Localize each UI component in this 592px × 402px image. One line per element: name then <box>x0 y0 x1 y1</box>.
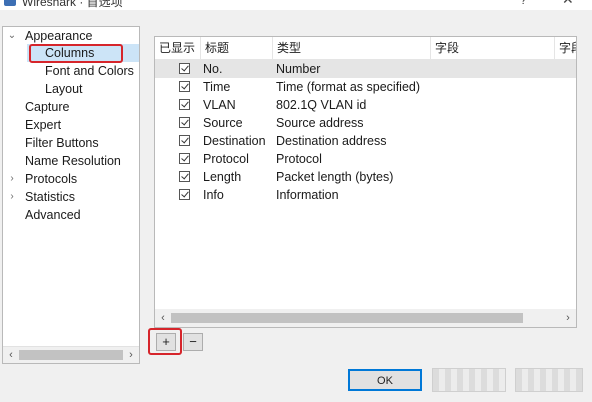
displayed-checkbox[interactable] <box>179 81 190 92</box>
tree-item-capture[interactable]: Capture <box>25 98 69 116</box>
column-type: Packet length (bytes) <box>276 170 394 184</box>
table-row[interactable]: No. Number <box>155 60 576 78</box>
header-type[interactable]: 类型 <box>273 37 431 59</box>
collapse-arrow-icon[interactable]: › <box>7 170 17 188</box>
title-bar: Wireshark · 首选项 ? ✕ <box>0 0 592 10</box>
expand-arrow-icon[interactable]: ⌄ <box>7 27 17 45</box>
help-icon[interactable]: ? <box>520 0 527 7</box>
header-title[interactable]: 标题 <box>201 37 273 59</box>
table-horizontal-scrollbar[interactable]: ‹ › <box>155 309 576 327</box>
column-type: 802.1Q VLAN id <box>276 98 367 112</box>
scrollbar-thumb[interactable] <box>171 313 523 323</box>
column-type: Number <box>276 62 321 76</box>
tree-item-layout[interactable]: Layout <box>45 80 83 98</box>
displayed-checkbox[interactable] <box>179 171 190 182</box>
header-displayed[interactable]: 已显示 <box>155 37 201 59</box>
tree-item-appearance[interactable]: Appearance <box>25 27 92 45</box>
columns-table[interactable]: 已显示 标题 类型 字段 字段 No. Number Time Time (fo… <box>154 36 577 328</box>
obscured-button[interactable] <box>515 368 583 392</box>
displayed-checkbox[interactable] <box>179 99 190 110</box>
table-row[interactable]: Info Information <box>155 186 576 204</box>
ok-button[interactable]: OK <box>348 369 422 391</box>
tree-item-statistics[interactable]: Statistics <box>25 188 75 206</box>
column-title: Source <box>203 116 243 130</box>
column-type: Time (format as specified) <box>276 80 421 94</box>
displayed-checkbox[interactable] <box>179 117 190 128</box>
scroll-right-icon[interactable]: › <box>561 311 575 325</box>
displayed-checkbox[interactable] <box>179 63 190 74</box>
scroll-left-icon[interactable]: ‹ <box>4 348 18 362</box>
tree-item-font-and-colors[interactable]: Font and Colors <box>45 62 134 80</box>
table-row[interactable]: Source Source address <box>155 114 576 132</box>
column-title: Protocol <box>203 152 249 166</box>
wireshark-app-icon <box>4 0 16 6</box>
tree-item-expert[interactable]: Expert <box>25 116 61 134</box>
highlight-box-columns <box>29 44 123 63</box>
column-type: Source address <box>276 116 364 130</box>
column-type: Protocol <box>276 152 322 166</box>
tree-item-filter-buttons[interactable]: Filter Buttons <box>25 134 99 152</box>
table-row[interactable]: Protocol Protocol <box>155 150 576 168</box>
displayed-checkbox[interactable] <box>179 135 190 146</box>
column-title: Time <box>203 80 231 94</box>
close-icon[interactable]: ✕ <box>562 0 574 8</box>
column-type: Destination address <box>276 134 387 148</box>
table-row[interactable]: Destination Destination address <box>155 132 576 150</box>
tree-item-advanced[interactable]: Advanced <box>25 206 81 224</box>
column-title: Info <box>203 188 224 202</box>
window-title: Wireshark · 首选项 <box>22 0 123 9</box>
header-field[interactable]: 字段 <box>431 37 555 59</box>
tree-item-protocols[interactable]: Protocols <box>25 170 77 188</box>
remove-column-button[interactable]: − <box>183 333 203 351</box>
table-row[interactable]: Length Packet length (bytes) <box>155 168 576 186</box>
table-row[interactable]: VLAN 802.1Q VLAN id <box>155 96 576 114</box>
column-title: No. <box>203 62 223 76</box>
column-title: VLAN <box>203 98 236 112</box>
column-title: Length <box>203 170 242 184</box>
table-row[interactable]: Time Time (format as specified) <box>155 78 576 96</box>
tree-horizontal-scrollbar[interactable]: ‹ › <box>3 346 139 363</box>
column-type: Information <box>276 188 339 202</box>
obscured-button[interactable] <box>432 368 506 392</box>
scroll-right-icon[interactable]: › <box>124 348 138 362</box>
table-header: 已显示 标题 类型 字段 字段 <box>155 37 576 60</box>
displayed-checkbox[interactable] <box>179 189 190 200</box>
highlight-box-add <box>148 328 182 355</box>
displayed-checkbox[interactable] <box>179 153 190 164</box>
collapse-arrow-icon[interactable]: › <box>7 188 17 206</box>
scrollbar-thumb[interactable] <box>19 350 123 360</box>
column-title: Destination <box>203 134 266 148</box>
scroll-left-icon[interactable]: ‹ <box>156 311 170 325</box>
header-field-occurrence[interactable]: 字段 <box>555 37 576 59</box>
tree-item-name-resolution[interactable]: Name Resolution <box>25 152 121 170</box>
preferences-tree[interactable]: ⌄ Appearance Columns Font and Colors Lay… <box>2 26 140 364</box>
